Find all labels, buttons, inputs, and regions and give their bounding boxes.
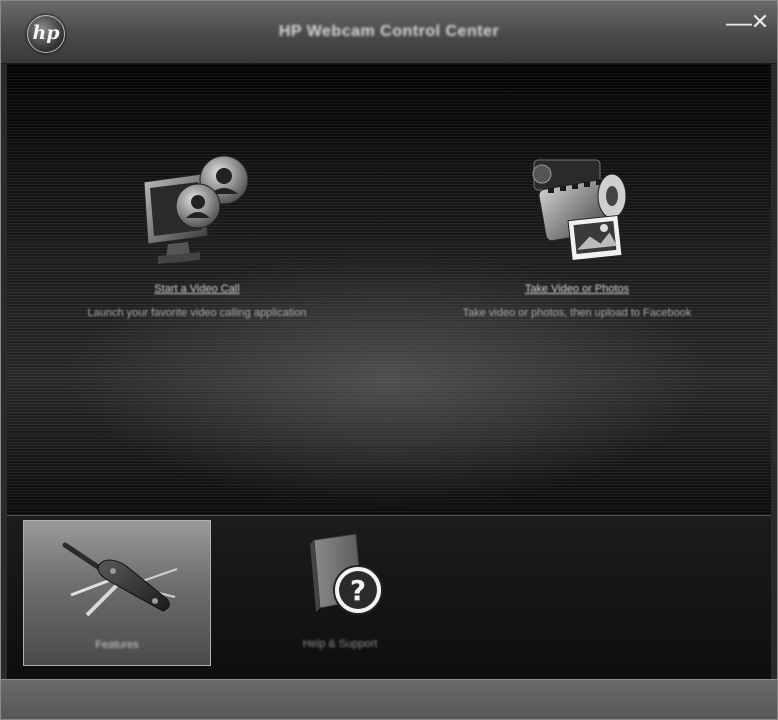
nav-help-support-label: Help & Support [302,638,378,650]
nav-features-label: Features [95,639,139,651]
title-bar[interactable]: hp HP Webcam Control Center — ✕ [1,1,777,64]
take-video-photos-link[interactable]: Take Video or Photos [525,283,629,295]
close-button[interactable]: ✕ [749,11,771,33]
video-call-icon[interactable] [132,144,262,274]
nav-features[interactable]: Features [23,520,211,666]
take-photos-feature: Take Video or Photos Take video or photo… [407,144,747,319]
svg-text:?: ? [350,574,366,607]
swiss-knife-icon [62,542,178,617]
minimize-button[interactable]: — [726,9,752,35]
app-window: hp HP Webcam Control Center — ✕ Start a … [0,0,778,720]
video-call-feature: Start a Video Call Launch your favorite … [27,144,367,319]
camera-film-icon[interactable] [512,144,642,274]
bottom-nav: Features ? Help & Support [7,515,771,679]
video-call-description: Launch your favorite video calling appli… [87,307,307,319]
main-panel: Start a Video Call Launch your favorite … [7,64,771,515]
status-footer [1,679,777,719]
app-title: HP Webcam Control Center [278,23,500,40]
nav-help-support[interactable]: ? Help & Support [247,520,433,664]
start-video-call-link[interactable]: Start a Video Call [154,283,239,295]
help-book-icon: ? [310,533,383,615]
take-photos-description: Take video or photos, then upload to Fac… [462,307,692,319]
